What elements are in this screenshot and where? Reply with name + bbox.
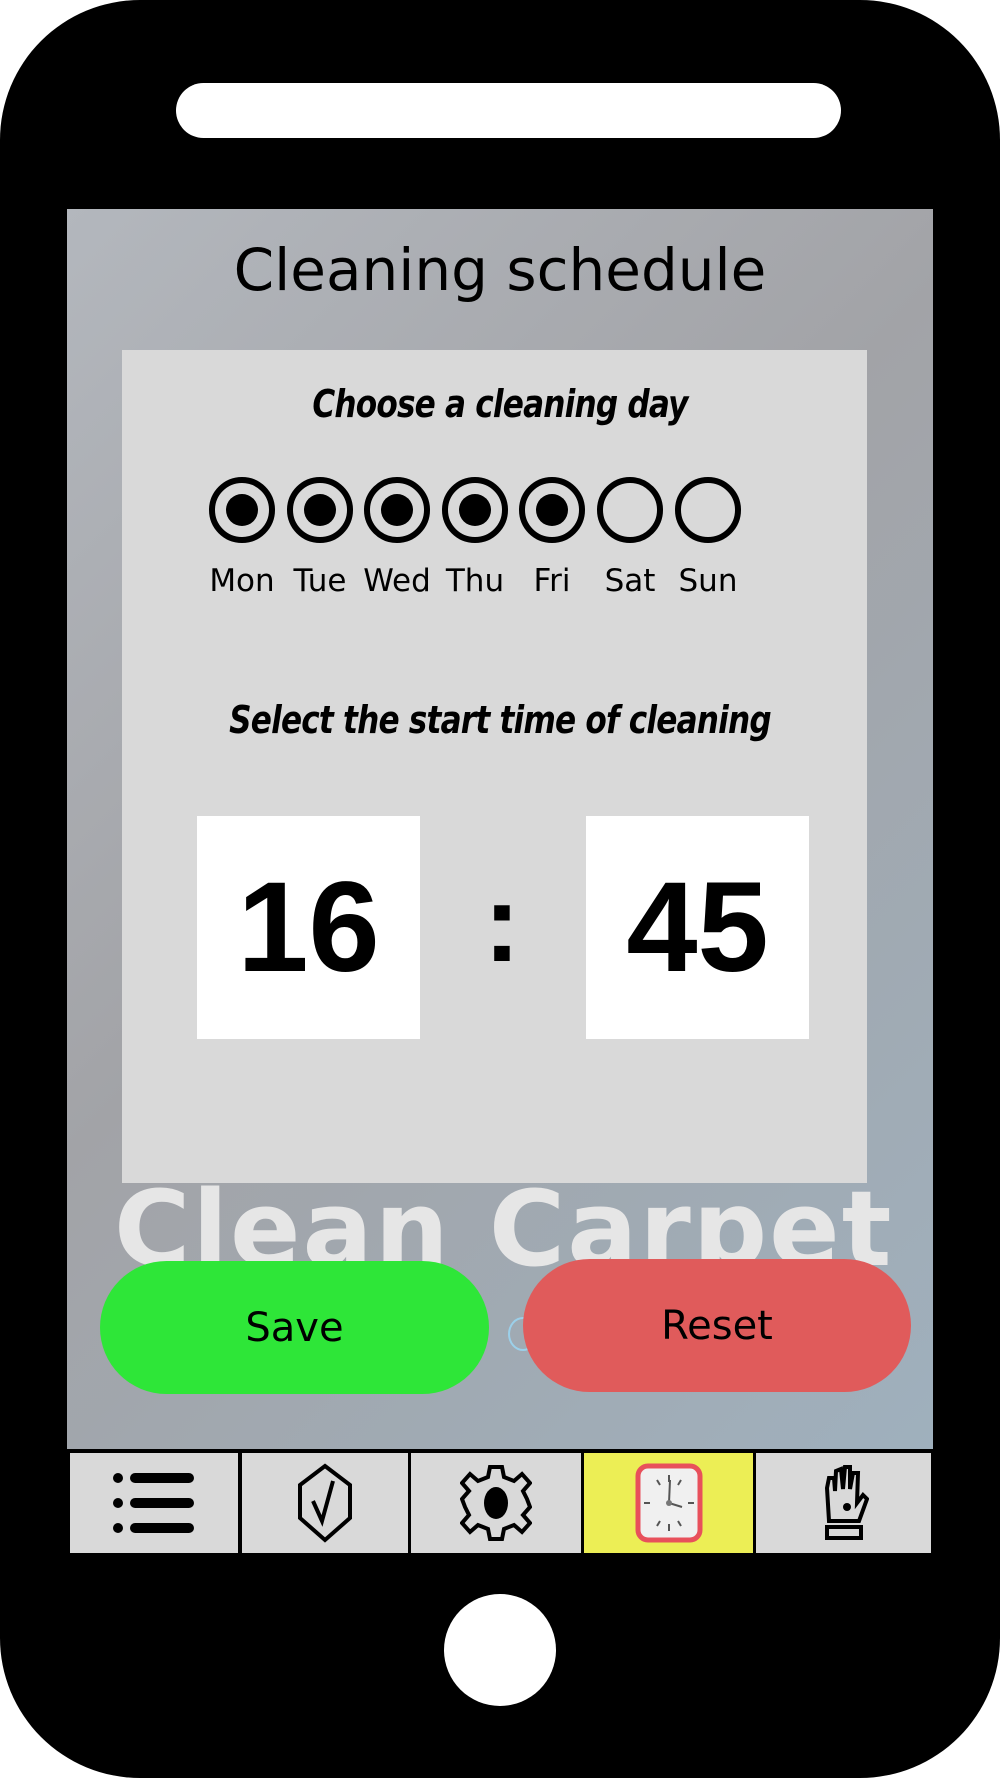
nav-item-shield[interactable] bbox=[242, 1453, 408, 1553]
radio-selected-dot bbox=[381, 494, 413, 526]
day-label: Sat bbox=[604, 563, 656, 599]
day-radio-fri[interactable] bbox=[519, 477, 585, 543]
minutes-input[interactable]: 45 bbox=[586, 816, 809, 1039]
home-button[interactable] bbox=[444, 1594, 556, 1706]
time-separator: : bbox=[483, 862, 521, 985]
day-label: Sun bbox=[678, 563, 738, 599]
radio-selected-dot bbox=[459, 494, 491, 526]
nav-item-list[interactable] bbox=[70, 1453, 238, 1553]
reset-button[interactable]: Reset bbox=[523, 1259, 911, 1392]
radio-selected-dot bbox=[226, 494, 258, 526]
nav-item-schedule[interactable] bbox=[584, 1453, 753, 1553]
save-button[interactable]: Save bbox=[100, 1261, 489, 1394]
day-radio-wed[interactable] bbox=[364, 477, 430, 543]
gear-icon bbox=[460, 1465, 532, 1541]
clock-icon bbox=[635, 1463, 702, 1543]
day-radio-sun[interactable] bbox=[675, 477, 741, 543]
glove-icon bbox=[824, 1465, 869, 1540]
day-label: Wed bbox=[363, 563, 431, 599]
radio-selected-dot bbox=[536, 494, 568, 526]
speaker-bar bbox=[176, 83, 841, 138]
day-label: Mon bbox=[209, 563, 275, 599]
nav-item-gloves[interactable] bbox=[756, 1453, 931, 1553]
page-title: Cleaning schedule bbox=[233, 236, 767, 304]
phone-frame: Cleaning schedule Choose a cleaning day … bbox=[0, 0, 1000, 1778]
day-heading: Choose a cleaning day bbox=[312, 382, 688, 426]
hours-input[interactable]: 16 bbox=[197, 816, 420, 1039]
day-radio-tue[interactable] bbox=[287, 477, 353, 543]
schedule-card bbox=[122, 350, 867, 1183]
nav-item-settings[interactable] bbox=[411, 1453, 581, 1553]
day-radio-sat[interactable] bbox=[597, 477, 663, 543]
radio-selected-dot bbox=[304, 494, 336, 526]
time-heading: Select the start time of cleaning bbox=[229, 698, 772, 742]
list-icon bbox=[113, 1473, 194, 1533]
shield-check-icon bbox=[298, 1463, 352, 1543]
day-radio-mon[interactable] bbox=[209, 477, 275, 543]
day-label: Fri bbox=[533, 563, 571, 599]
day-radio-thu[interactable] bbox=[442, 477, 508, 543]
